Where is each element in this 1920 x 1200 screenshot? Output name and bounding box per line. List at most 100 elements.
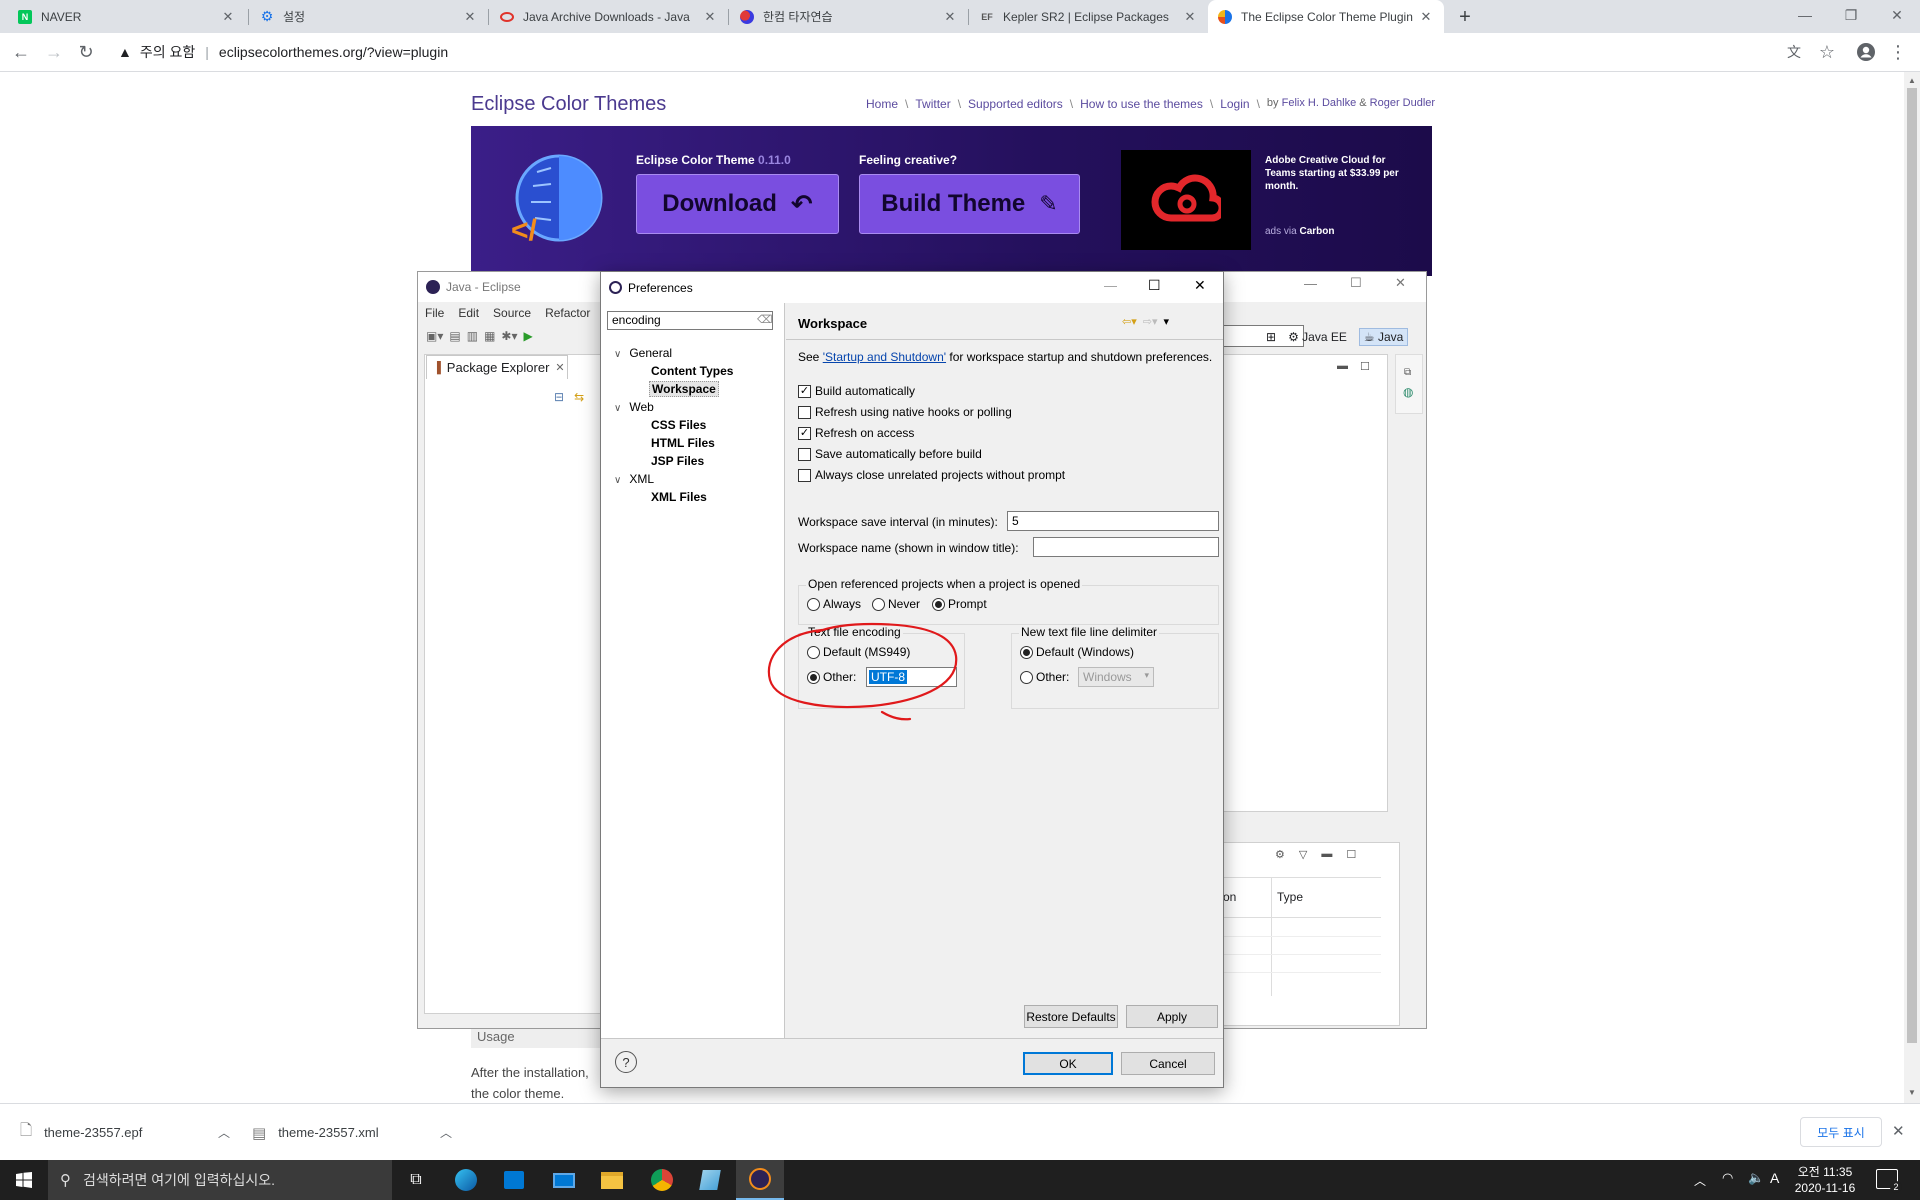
maximize-view-icon[interactable]: ☐ <box>1346 848 1356 861</box>
close-icon[interactable]: ✕ <box>702 9 718 25</box>
forward-arrow-icon[interactable]: → <box>39 37 69 67</box>
tree-item-jsp-files[interactable]: JSP Files <box>651 454 704 468</box>
cancel-button[interactable]: Cancel <box>1121 1052 1215 1075</box>
tree-item-workspace[interactable]: Workspace <box>649 381 719 397</box>
tree-item-css-files[interactable]: CSS Files <box>651 418 706 432</box>
radio-label[interactable]: Default (Windows) <box>1036 645 1134 659</box>
checkbox-label[interactable]: Always close unrelated projects without … <box>815 468 1065 482</box>
close-icon[interactable]: ✕ <box>555 361 564 374</box>
chevron-down-icon[interactable]: ∨ <box>614 349 626 360</box>
scrollbar-thumb[interactable] <box>1907 88 1917 1043</box>
new-tab-button[interactable]: + <box>1452 4 1478 30</box>
collapse-all-icon[interactable]: ⊟ <box>554 390 564 404</box>
minimize-view-icon[interactable]: ▬ <box>1321 848 1332 861</box>
run-icon[interactable]: ▶ <box>523 329 532 343</box>
download-item[interactable]: ▤ theme-23557.xml ︿ <box>252 1104 452 1161</box>
help-icon[interactable]: ? <box>615 1051 637 1073</box>
close-icon[interactable]: ✕ <box>220 9 236 25</box>
filter-icon[interactable]: ⚙ <box>1275 848 1285 861</box>
eclipse-taskbar-icon[interactable] <box>736 1160 784 1200</box>
build-theme-button[interactable]: Build Theme ✎ <box>859 174 1080 234</box>
store-icon[interactable] <box>490 1160 538 1200</box>
checkbox-label[interactable]: Save automatically before build <box>815 447 982 461</box>
column-header[interactable]: on <box>1223 890 1236 904</box>
tree-item-xml-files[interactable]: XML Files <box>651 490 707 504</box>
menu-source[interactable]: Source <box>493 306 531 320</box>
restore-defaults-button[interactable]: Restore Defaults <box>1024 1005 1118 1028</box>
chevron-down-icon[interactable]: ∨ <box>614 475 626 486</box>
refresh-on-access-checkbox[interactable]: ✓ <box>798 427 811 440</box>
tab-java-archive[interactable]: Java Archive Downloads - Java ✕ <box>490 0 728 33</box>
chevron-up-icon[interactable]: ︿ <box>440 1124 452 1141</box>
close-icon[interactable]: ✕ <box>942 9 958 25</box>
security-label[interactable]: 주의 요함 <box>140 42 195 62</box>
checkbox-label[interactable]: Refresh on access <box>815 426 914 440</box>
minimize-view-icon[interactable]: ▬ <box>1337 360 1348 373</box>
show-all-button[interactable]: 모두 표시 <box>1800 1117 1882 1147</box>
nav-home[interactable]: Home <box>866 97 898 111</box>
mail-icon[interactable] <box>540 1160 588 1200</box>
close-icon[interactable]: ✕ <box>1418 9 1434 25</box>
radio-label[interactable]: Prompt <box>948 597 987 611</box>
ad-text[interactable]: Adobe Creative Cloud for Teams starting … <box>1265 154 1415 193</box>
restore-button[interactable]: ❐ <box>1828 0 1874 30</box>
close-window-button[interactable]: ✕ <box>1194 277 1206 294</box>
author-link[interactable]: Felix H. Dahlke <box>1282 97 1357 109</box>
maximize-button[interactable]: ☐ <box>1350 275 1374 291</box>
maximize-button[interactable]: ☐ <box>1148 277 1161 294</box>
tab-eclipse-color-theme[interactable]: The Eclipse Color Theme Plugin ✕ <box>1208 0 1444 33</box>
chevron-up-icon[interactable]: ︿ <box>218 1124 230 1141</box>
tree-item-xml[interactable]: ∨ XML <box>614 472 654 486</box>
debug-icon[interactable]: ✱▾ <box>501 329 517 343</box>
back-arrow-icon[interactable]: ⇦▾ <box>1122 315 1137 328</box>
delimiter-other-radio[interactable] <box>1020 671 1033 684</box>
chrome-icon[interactable] <box>638 1160 686 1200</box>
edge-icon[interactable] <box>442 1160 490 1200</box>
checkbox-label[interactable]: Refresh using native hooks or polling <box>815 405 1012 419</box>
tree-item-general[interactable]: ∨ General <box>614 346 672 360</box>
file-explorer-icon[interactable] <box>588 1160 636 1200</box>
close-icon[interactable]: ✕ <box>1892 1122 1905 1140</box>
menu-file[interactable]: File <box>425 306 444 320</box>
restore-view-icon[interactable]: ⧉ <box>1404 367 1411 378</box>
tab-settings[interactable]: ⚙ 설정 ✕ <box>250 0 488 33</box>
author-link[interactable]: Roger Dudler <box>1370 97 1435 109</box>
apply-button[interactable]: Apply <box>1126 1005 1218 1028</box>
chevron-down-icon[interactable]: ∨ <box>614 403 626 414</box>
checkbox-label[interactable]: Build automatically <box>815 384 915 398</box>
close-icon[interactable]: ✕ <box>1182 9 1198 25</box>
tree-item-web[interactable]: ∨ Web <box>614 400 654 414</box>
minimize-button[interactable]: — <box>1304 276 1328 291</box>
nav-twitter[interactable]: Twitter <box>915 97 950 111</box>
perspective-java-ee[interactable]: ⚙ Java EE <box>1284 329 1351 345</box>
link-editor-icon[interactable]: ⇆ <box>574 390 584 404</box>
warning-icon[interactable]: ▲ <box>118 44 132 60</box>
perspective-java[interactable]: ☕ Java <box>1358 328 1409 346</box>
volume-icon[interactable]: 🔈 <box>1748 1170 1764 1186</box>
page-scrollbar[interactable]: ▲ ▼ <box>1904 72 1920 1103</box>
menu-edit[interactable]: Edit <box>458 306 479 320</box>
tab-naver[interactable]: N NAVER ✕ <box>8 0 246 33</box>
kebab-menu-icon[interactable]: ⋮ <box>1883 37 1913 67</box>
notification-icon[interactable]: 2 <box>1876 1169 1902 1193</box>
radio-label[interactable]: Never <box>888 597 920 611</box>
download-item[interactable]: 🗋 theme-23557.epf ︿ <box>20 1104 230 1161</box>
nav-login[interactable]: Login <box>1220 97 1249 111</box>
refresh-native-hooks-checkbox[interactable] <box>798 406 811 419</box>
profile-avatar-icon[interactable] <box>1851 37 1881 67</box>
tab-kepler[interactable]: EF Kepler SR2 | Eclipse Packages ✕ <box>970 0 1208 33</box>
radio-label[interactable]: Always <box>823 597 861 611</box>
startup-shutdown-link[interactable]: 'Startup and Shutdown' <box>823 350 946 364</box>
clock[interactable]: 오전 11:35 2020-11-16 <box>1790 1164 1860 1196</box>
forward-arrow-icon[interactable]: ⇨▾ <box>1143 315 1158 328</box>
view-menu-icon[interactable]: ▽ <box>1299 848 1307 861</box>
address-bar[interactable]: ▲ 주의 요함 | eclipsecolorthemes.org/?view=p… <box>108 37 1788 67</box>
workspace-name-field[interactable] <box>1033 537 1219 557</box>
minimize-button[interactable]: — <box>1104 278 1117 293</box>
scroll-down-icon[interactable]: ▼ <box>1908 1088 1916 1097</box>
filter-input[interactable]: encoding <box>607 311 773 330</box>
view-menu-icon[interactable]: ▾ <box>1164 315 1170 328</box>
prompt-radio[interactable] <box>932 598 945 611</box>
star-icon[interactable]: ☆ <box>1812 37 1842 67</box>
tree-item-html-files[interactable]: HTML Files <box>651 436 715 450</box>
